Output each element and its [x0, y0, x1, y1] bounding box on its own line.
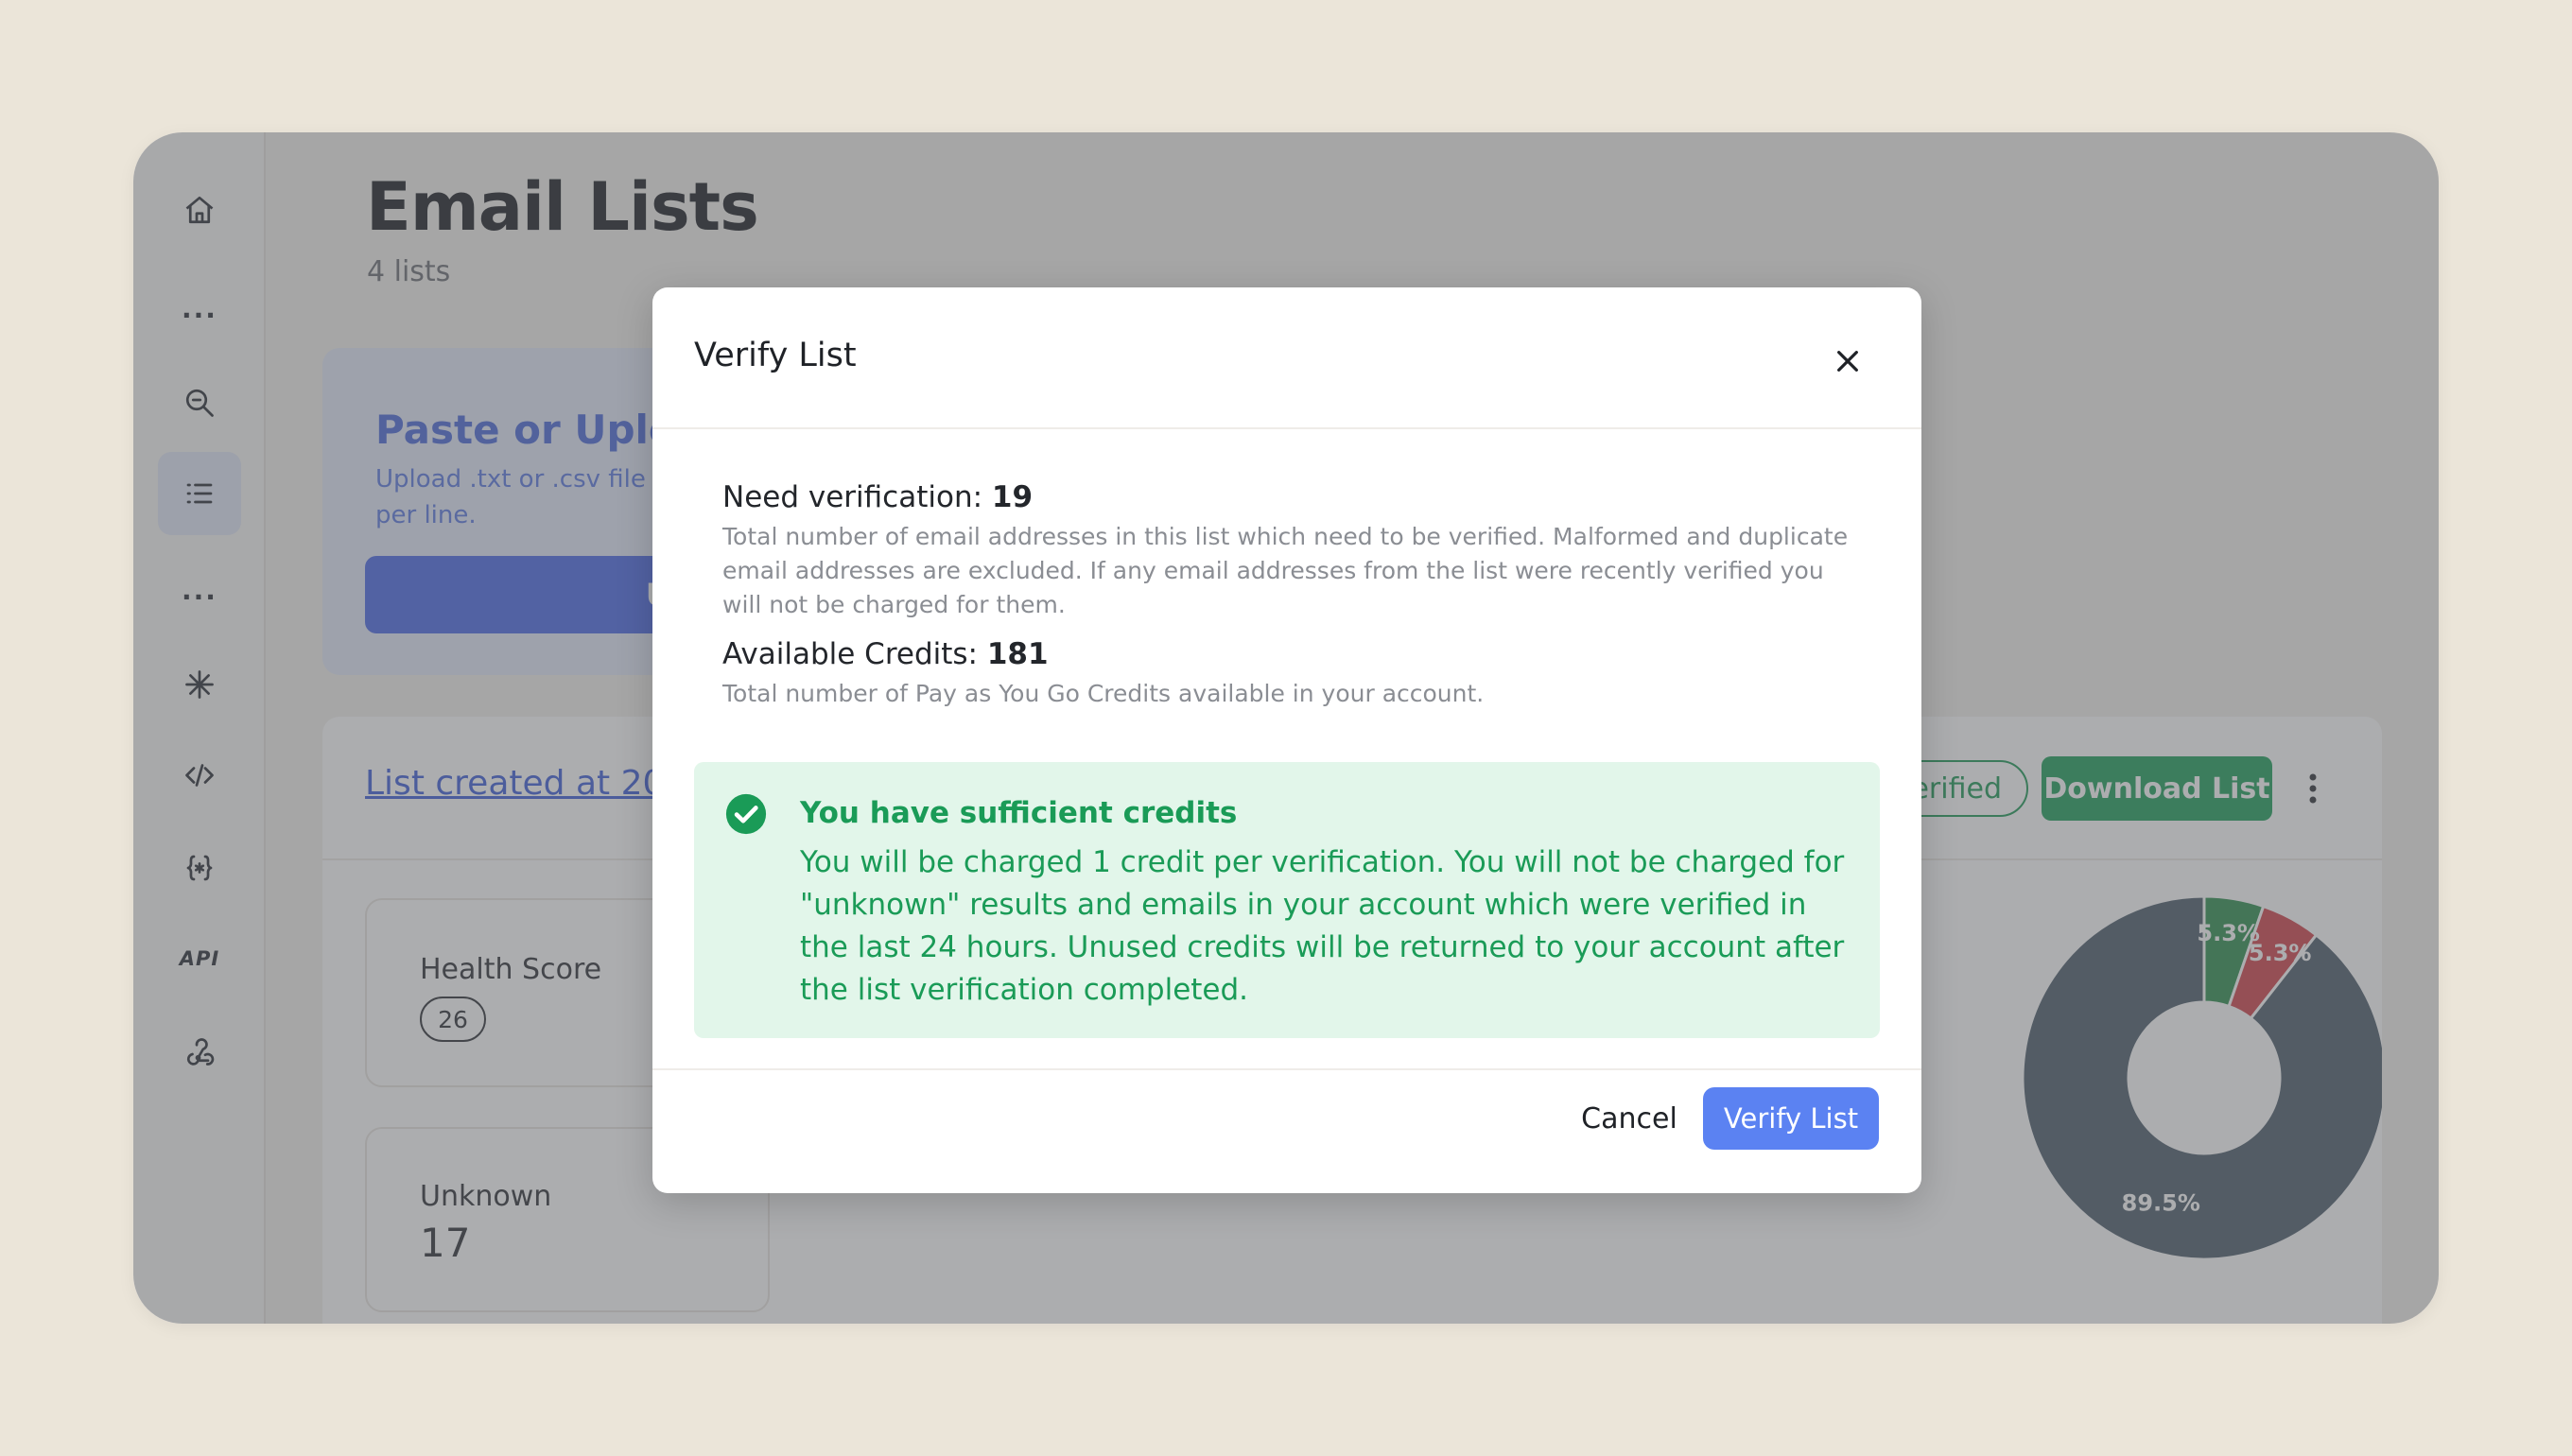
alert-title: You have sufficient credits — [800, 796, 1238, 830]
need-verification-description: Total number of email addresses in this … — [722, 523, 1849, 618]
available-credits-value: 181 — [986, 637, 1049, 671]
available-credits-row: Available Credits: 181 — [722, 637, 1049, 671]
verify-list-button[interactable]: Verify List — [1703, 1087, 1879, 1150]
modal-header-divider — [652, 427, 1921, 429]
close-icon — [1837, 351, 1858, 372]
modal-title: Verify List — [694, 337, 857, 374]
need-verification-label: Need verification: — [722, 480, 983, 514]
verify-list-modal: Verify List Need verification: 19 Total … — [652, 287, 1921, 1193]
need-verification-value: 19 — [991, 480, 1034, 514]
available-credits-description: Total number of Pay as You Go Credits av… — [722, 680, 1485, 707]
available-credits-label: Available Credits: — [722, 637, 978, 671]
check-circle-icon — [725, 793, 767, 835]
cancel-button[interactable]: Cancel — [1558, 1087, 1700, 1150]
modal-footer-divider — [652, 1068, 1921, 1070]
need-verification-row: Need verification: 19 — [722, 480, 1033, 514]
alert-text: You will be charged 1 credit per verific… — [800, 845, 1845, 1007]
close-button[interactable] — [1821, 335, 1874, 388]
sufficient-credits-alert: You have sufficient credits You will be … — [694, 762, 1880, 1038]
